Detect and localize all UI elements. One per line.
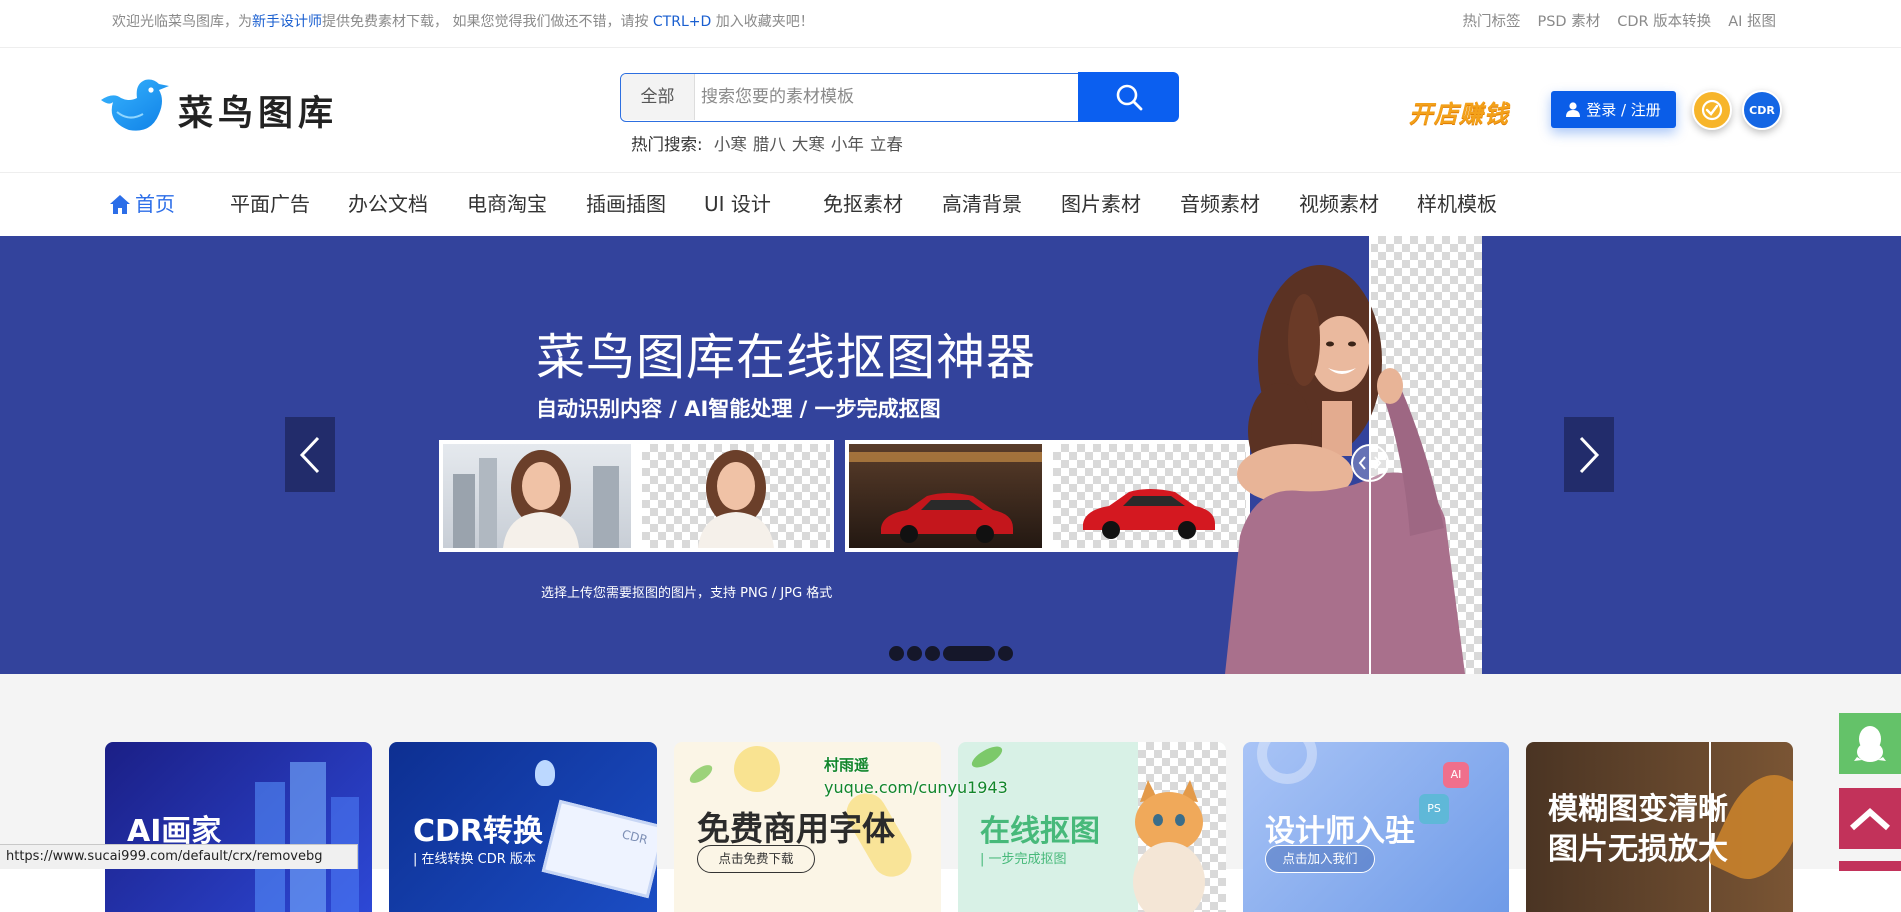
nav-item-illustration[interactable]: 插画插图 bbox=[586, 173, 666, 236]
hot-search-term[interactable]: 大寒 bbox=[792, 135, 825, 154]
top-link-psd[interactable]: PSD 素材 bbox=[1537, 0, 1600, 44]
chevron-right-icon bbox=[1579, 436, 1600, 473]
search-icon bbox=[1116, 84, 1142, 111]
nav-item-cutout-assets[interactable]: 免抠素材 bbox=[823, 173, 903, 236]
arrow-up-icon bbox=[1850, 807, 1890, 830]
card-title: 设计师入驻 bbox=[1265, 814, 1415, 849]
card-title: 模糊图变清晰 bbox=[1548, 792, 1728, 827]
card-title: 在线抠图 bbox=[980, 814, 1100, 849]
hot-search-term[interactable]: 小寒 bbox=[714, 135, 747, 154]
laptop-illustration: CDR bbox=[541, 799, 657, 899]
banner-note: 选择上传您需要抠图的图片，支持 PNG / JPG 格式 bbox=[541, 586, 833, 601]
top-links: 热门标签 PSD 素材 CDR 版本转换 AI 抠图 bbox=[1462, 0, 1776, 44]
feature-card-ai-painter[interactable]: AI画家 bbox=[105, 742, 372, 912]
card-title: CDR转换 bbox=[413, 814, 544, 849]
pagination-dot[interactable] bbox=[925, 646, 940, 661]
nav-item-mockups[interactable]: 样机模板 bbox=[1417, 173, 1497, 236]
feature-card-online-cutout[interactable]: 在线抠图 | 一步完成抠图 bbox=[958, 742, 1226, 912]
compare-handle-icon[interactable] bbox=[1350, 443, 1390, 483]
feature-card-cdr-convert[interactable]: CDR CDR转换 | 在线转换 CDR 版本 bbox=[389, 742, 657, 912]
portrait-example bbox=[439, 440, 834, 552]
bird-logo-icon[interactable] bbox=[99, 78, 171, 134]
car-original-image bbox=[849, 444, 1042, 548]
search-input[interactable] bbox=[701, 74, 1076, 120]
nav-item-print-ads[interactable]: 平面广告 bbox=[230, 173, 310, 236]
pagination-dot-active[interactable] bbox=[943, 646, 995, 661]
floating-button-3[interactable] bbox=[1839, 861, 1901, 871]
nav-item-home[interactable]: 首页 bbox=[110, 173, 175, 236]
header: 菜鸟图库 全部 热门搜索: 小寒腊八大寒小年立春 开店赚钱 登录 / 注册 CD… bbox=[0, 48, 1901, 173]
banner-prev-button[interactable] bbox=[285, 417, 335, 492]
search-bar: 全部 bbox=[620, 72, 1179, 122]
banner-pagination bbox=[889, 646, 1013, 661]
back-to-top-button[interactable] bbox=[1839, 788, 1901, 849]
banner-subtitle: 自动识别内容 / AI智能处理 / 一步完成抠图 bbox=[536, 397, 941, 421]
watermark-url: yuque.com/cunyu1943 bbox=[824, 778, 1008, 797]
feature-card-designer-join[interactable]: AI PS 设计师入驻 点击加入我们 bbox=[1243, 742, 1509, 912]
new-designer-link[interactable]: 新手设计师 bbox=[252, 14, 322, 30]
search-category-select[interactable]: 全部 bbox=[621, 74, 695, 120]
status-bar-url: https://www.sucai999.com/default/crx/rem… bbox=[0, 844, 358, 869]
top-bar: 欢迎光临菜鸟图库，为新手设计师提供免费素材下载， 如果您觉得我们做还不错，请按 … bbox=[0, 0, 1901, 48]
nav-label: 首页 bbox=[135, 192, 175, 216]
pagination-dot[interactable] bbox=[889, 646, 904, 661]
welcome-message: 欢迎光临菜鸟图库，为新手设计师提供免费素材下载， 如果您觉得我们做还不错，请按 … bbox=[112, 0, 814, 44]
open-shop-promo[interactable]: 开店赚钱 bbox=[1409, 94, 1509, 129]
banner-next-button[interactable] bbox=[1564, 417, 1614, 492]
login-label: 登录 / 注册 bbox=[1586, 101, 1661, 119]
laptop-screen-label: CDR bbox=[620, 827, 650, 848]
search-button[interactable] bbox=[1078, 72, 1179, 122]
shortcut-hint: CTRL+D bbox=[652, 14, 712, 30]
hot-search-label: 热门搜索: bbox=[631, 135, 703, 154]
nav-item-audio[interactable]: 音频素材 bbox=[1180, 173, 1260, 236]
watermark-author: 村雨遥 bbox=[824, 756, 870, 774]
penguin-icon bbox=[1854, 725, 1886, 762]
hero-banner[interactable]: 菜鸟图库在线抠图神器 自动识别内容 / AI智能处理 / 一步完成抠图 选择上传… bbox=[0, 236, 1901, 674]
card-title-line2: 图片无损放大 bbox=[1548, 832, 1728, 867]
house-icon bbox=[110, 195, 130, 214]
pagination-dot[interactable] bbox=[907, 646, 922, 661]
hot-search-term[interactable]: 腊八 bbox=[753, 135, 786, 154]
feature-card-free-fonts[interactable]: 免费商用字体 点击免费下载 bbox=[674, 742, 941, 912]
login-register-button[interactable]: 登录 / 注册 bbox=[1551, 91, 1676, 128]
ai-badge: AI bbox=[1443, 762, 1469, 788]
top-link-ai-cutout[interactable]: AI 抠图 bbox=[1728, 0, 1776, 44]
model-photo bbox=[1225, 265, 1465, 674]
hot-search: 热门搜索: 小寒 腊八 大寒 小年 立春 bbox=[631, 131, 903, 155]
user-icon bbox=[1566, 102, 1581, 117]
welcome-suffix: 加入收藏夹吧！ bbox=[711, 14, 814, 30]
nav-item-ecommerce[interactable]: 电商淘宝 bbox=[467, 173, 547, 236]
top-link-cdr-convert[interactable]: CDR 版本转换 bbox=[1617, 0, 1711, 44]
welcome-prefix: 欢迎光临菜鸟图库，为 bbox=[112, 14, 252, 30]
qq-contact-button[interactable] bbox=[1839, 713, 1901, 774]
nav-item-video[interactable]: 视频素材 bbox=[1299, 173, 1379, 236]
banner-title: 菜鸟图库在线抠图神器 bbox=[536, 329, 1037, 386]
top-link-hot-tags[interactable]: 热门标签 bbox=[1462, 0, 1520, 44]
hot-search-term[interactable]: 立春 bbox=[870, 135, 903, 154]
cdr-badge-button[interactable]: CDR bbox=[1742, 90, 1782, 130]
portrait-original-image bbox=[443, 444, 631, 548]
cdr-badge-label: CDR bbox=[1749, 103, 1775, 117]
logo-text[interactable]: 菜鸟图库 bbox=[178, 85, 338, 136]
card-subtitle: | 一步完成抠图 bbox=[980, 852, 1067, 867]
check-circle-icon bbox=[1701, 99, 1723, 121]
nav-item-images[interactable]: 图片素材 bbox=[1061, 173, 1141, 236]
portrait-cutout-image bbox=[642, 444, 830, 548]
nav-item-hd-backgrounds[interactable]: 高清背景 bbox=[942, 173, 1022, 236]
nav-item-office-docs[interactable]: 办公文档 bbox=[348, 173, 428, 236]
hot-search-term[interactable]: 小年 bbox=[831, 135, 864, 154]
cat-illustration bbox=[1133, 780, 1205, 912]
chevron-left-icon bbox=[299, 436, 320, 473]
card-title: 免费商用字体 bbox=[697, 809, 895, 848]
card-subtitle: | 在线转换 CDR 版本 bbox=[413, 852, 536, 867]
pagination-dot[interactable] bbox=[998, 646, 1013, 661]
check-badge-button[interactable] bbox=[1692, 90, 1732, 130]
welcome-mid: 提供免费素材下载， 如果您觉得我们做还不错，请按 bbox=[322, 14, 653, 30]
main-nav: 首页 平面广告 办公文档 电商淘宝 插画插图 UI 设计 免抠素材 高清背景 图… bbox=[0, 173, 1901, 236]
nav-item-ui-design[interactable]: UI 设计 bbox=[704, 173, 771, 236]
feature-card-image-upscale[interactable]: 模糊图变清晰 图片无损放大 bbox=[1526, 742, 1793, 912]
ps-badge: PS bbox=[1419, 794, 1449, 824]
